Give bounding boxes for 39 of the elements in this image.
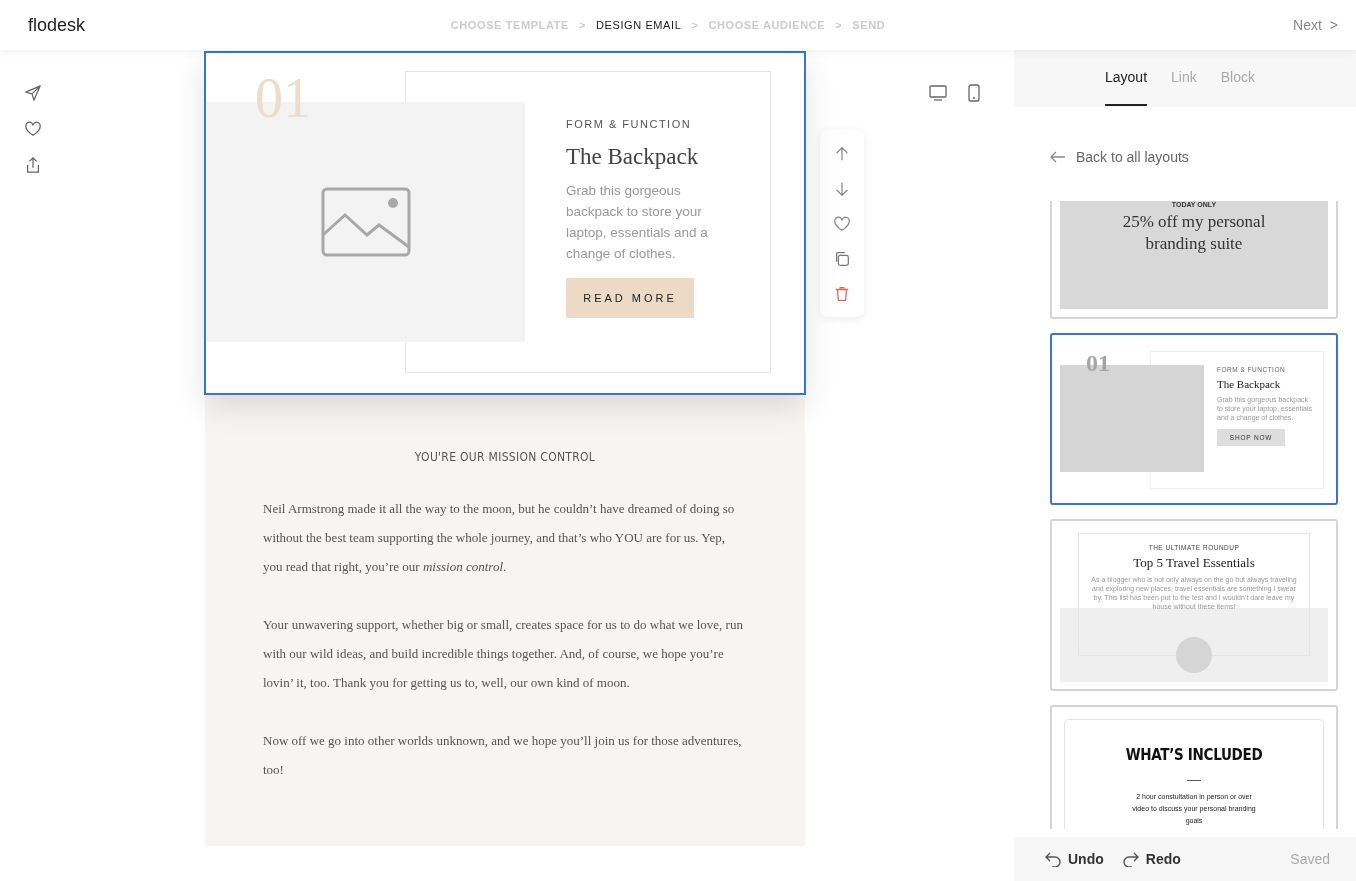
block-title: The Backpack bbox=[566, 144, 700, 170]
redo-icon bbox=[1121, 851, 1140, 867]
eyebrow-text: FORM & FUNCTION bbox=[566, 118, 693, 130]
thumbnail-title: Top 5 Travel Essentials bbox=[1132, 555, 1256, 571]
undo-button[interactable]: Undo bbox=[1044, 851, 1104, 867]
arrow-up-icon[interactable] bbox=[833, 144, 851, 163]
paragraph: Your unwavering support, whether big or small, creates space for us to do what we love, run with our wild ideas, and build incredible things together. And, of course, we hope you’re lovin’ it, too. Thank you for getting us to, well, our own kind of moon. bbox=[263, 616, 744, 692]
read-more-button[interactable]: READ MORE bbox=[566, 278, 694, 318]
separator-caret: > bbox=[691, 19, 699, 31]
dash-line bbox=[1187, 780, 1201, 781]
delete-icon[interactable] bbox=[833, 284, 851, 303]
separator-caret: > bbox=[835, 19, 843, 31]
desktop-icon[interactable] bbox=[928, 83, 948, 103]
share-icon[interactable] bbox=[24, 156, 42, 174]
number-text: 01 bbox=[1086, 351, 1110, 375]
section-heading: YOU'RE OUR MISSION CONTROL bbox=[413, 450, 597, 464]
step-tab[interactable]: DESIGN EMAIL bbox=[596, 19, 682, 31]
heart-icon[interactable] bbox=[24, 120, 42, 138]
send-icon[interactable] bbox=[24, 84, 42, 102]
paragraph: Now off we go into other worlds unknown, and we hope you’ll join us for those adventures, too! bbox=[263, 732, 743, 779]
back-link-text[interactable]: Back to all layouts bbox=[1076, 149, 1189, 165]
thumbnail-title: The Backpack bbox=[1217, 378, 1282, 390]
arrow-left-icon bbox=[1050, 151, 1066, 163]
paragraph: Neil Armstrong made it all the way to the moon, but he couldn’t have dreamed of doing so without the best team supporting the whole journey, and that’s who YOU are for us. Yep, you read that right, you’re our mission control. bbox=[263, 500, 736, 576]
copy-icon[interactable] bbox=[833, 249, 851, 268]
undo-icon bbox=[1044, 851, 1062, 867]
block-text: Grab this gorgeous backpack to store your laptop, essentials and a change of clothes. bbox=[566, 182, 709, 263]
thumbnail-title: 25% off my personal branding suite bbox=[1121, 211, 1267, 255]
heart-icon[interactable] bbox=[833, 214, 851, 233]
thumbnail-title: WHAT’S INCLUDED bbox=[1124, 746, 1264, 764]
separator-caret: > bbox=[578, 19, 586, 31]
image-icon bbox=[321, 187, 411, 257]
logo[interactable]: flodesk bbox=[28, 14, 428, 36]
redo-button[interactable]: Redo bbox=[1121, 851, 1181, 867]
layout-thumbnail[interactable] bbox=[1050, 519, 1338, 691]
back-link[interactable]: Back to all layouts bbox=[1050, 149, 1356, 165]
next-button[interactable]: Next > bbox=[938, 17, 1338, 33]
chevron-icon: > bbox=[1329, 17, 1338, 33]
saved-status: Saved bbox=[1290, 851, 1330, 867]
